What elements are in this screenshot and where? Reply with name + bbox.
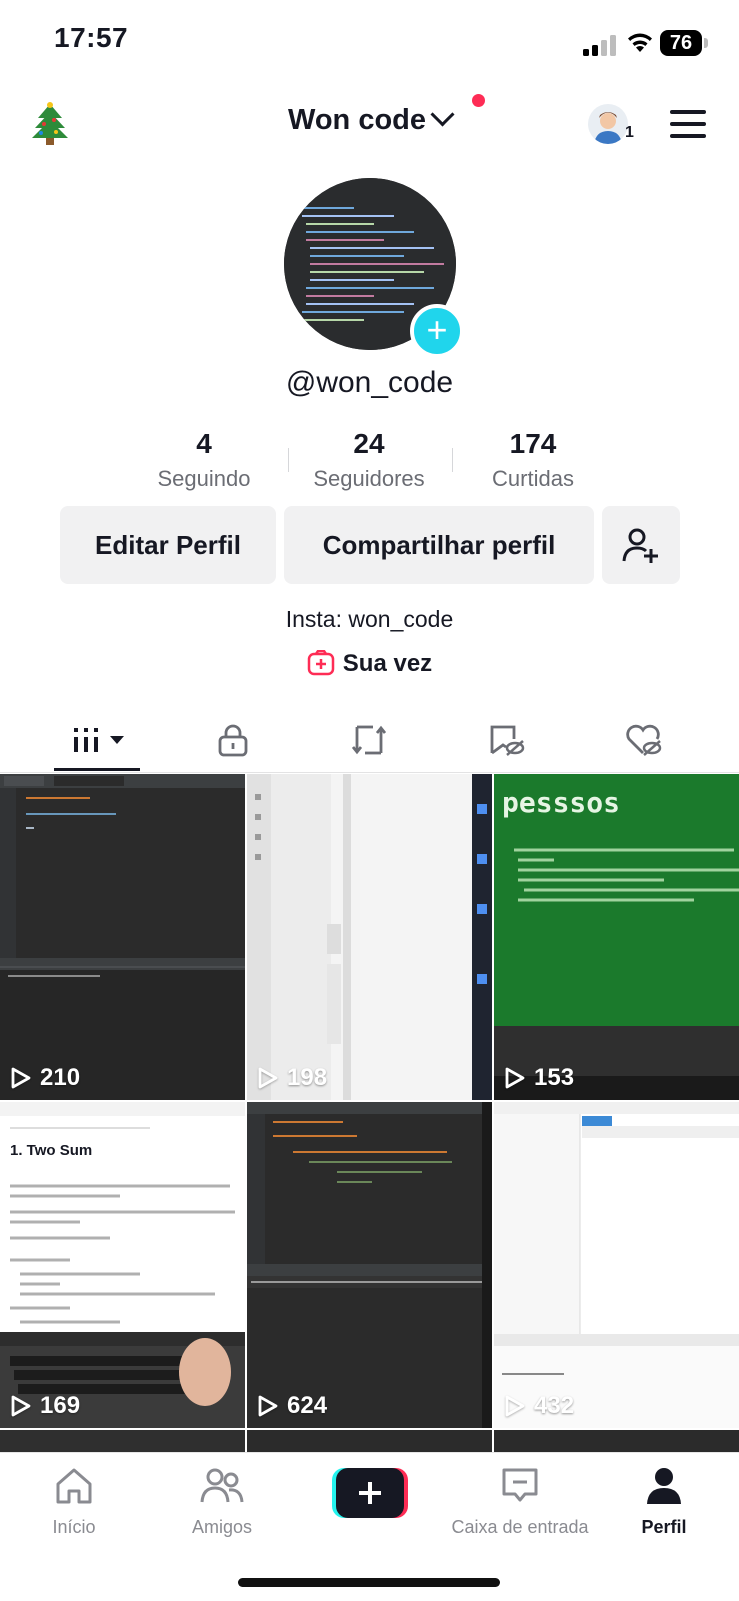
account-name: Won code	[287, 104, 427, 136]
cellular-signal-icon	[583, 34, 619, 56]
active-tab-indicator	[54, 768, 140, 771]
play-icon	[258, 1395, 278, 1417]
add-photo-button[interactable]: +	[410, 304, 464, 358]
tab-videos[interactable]	[67, 720, 133, 760]
wifi-icon	[628, 33, 652, 52]
create-plus-icon	[332, 1468, 408, 1518]
profile-bio: Insta: won_code	[285, 606, 454, 632]
tab-private[interactable]	[203, 720, 263, 760]
video-thumbnail[interactable]: 198	[247, 774, 492, 1100]
nav-profile[interactable]: Perfil	[594, 1466, 734, 1538]
bookmark-hidden-icon	[490, 725, 525, 756]
home-indicator	[238, 1578, 500, 1587]
nav-home-label: Início	[52, 1517, 96, 1537]
home-icon	[56, 1468, 92, 1504]
nav-inbox[interactable]: Caixa de entrada	[440, 1466, 600, 1538]
video-overlay-text: 1. Two Sum	[10, 1142, 93, 1159]
video-overlay-text: pesssos	[502, 786, 621, 819]
video-thumbnail[interactable]	[494, 1430, 739, 1454]
video-views-count: 198	[287, 1064, 328, 1091]
sua-vez-label: Sua vez	[342, 650, 433, 677]
tab-reposts[interactable]	[339, 720, 399, 760]
thumbnail-image	[494, 1102, 739, 1428]
edit-profile-button[interactable]: Editar Perfil	[60, 506, 276, 584]
video-views: 169	[10, 1392, 80, 1420]
grid-icon	[74, 728, 124, 752]
nav-inbox-label: Caixa de entrada	[451, 1517, 589, 1537]
video-views-count: 624	[287, 1392, 328, 1419]
stat-followers-value: 24	[353, 428, 385, 459]
video-views: 198	[257, 1064, 327, 1092]
create-button[interactable]	[332, 1468, 408, 1518]
nav-friends-label: Amigos	[191, 1517, 253, 1537]
video-thumbnail[interactable]: 1. Two Sum 169	[0, 1102, 245, 1428]
thumbnail-image	[0, 774, 245, 1100]
stat-likes[interactable]: 174 Curtidas	[453, 428, 613, 492]
stat-likes-label: Curtidas	[492, 466, 574, 491]
friends-icon	[200, 1468, 244, 1503]
video-views-count: 432	[534, 1392, 575, 1419]
profile-icon	[647, 1468, 681, 1504]
avatar-count: 1	[625, 124, 634, 141]
video-thumbnail[interactable]	[0, 1430, 245, 1454]
sua-vez-icon	[307, 649, 335, 676]
sua-vez-link[interactable]: Sua vez	[0, 649, 739, 678]
notification-dot	[472, 94, 485, 107]
thumbnail-image	[247, 774, 492, 1100]
play-icon	[258, 1067, 278, 1089]
nav-profile-label: Perfil	[641, 1517, 687, 1537]
video-thumbnail[interactable]: 624	[247, 1102, 492, 1428]
repost-icon	[351, 725, 387, 755]
inbox-icon	[502, 1468, 538, 1502]
play-icon	[11, 1067, 31, 1089]
menu-icon[interactable]	[670, 110, 706, 138]
stat-likes-value: 174	[509, 428, 557, 459]
video-views-count: 153	[534, 1064, 575, 1091]
video-thumbnail[interactable]: 210	[0, 774, 245, 1100]
stat-following-value: 4	[196, 428, 212, 459]
add-person-icon	[622, 528, 658, 563]
chevron-down-icon	[430, 102, 455, 127]
avatar[interactable]	[588, 104, 628, 144]
nav-home[interactable]: Início	[4, 1466, 144, 1538]
profile-handle: @won_code	[285, 366, 454, 399]
share-profile-button[interactable]: Compartilhar perfil	[284, 506, 594, 584]
stat-followers[interactable]: 24 Seguidores	[289, 428, 449, 492]
thumbnail-image	[247, 1102, 492, 1428]
video-views-count: 169	[40, 1392, 81, 1419]
add-friend-button[interactable]	[602, 506, 680, 584]
video-views: 432	[504, 1392, 574, 1420]
stat-followers-label: Seguidores	[313, 466, 425, 491]
status-time: 17:57	[54, 22, 129, 53]
battery-tip	[704, 38, 708, 48]
stat-following-label: Seguindo	[157, 466, 251, 491]
video-views: 153	[504, 1064, 574, 1092]
video-views: 624	[257, 1392, 327, 1420]
thumbnail-image	[494, 774, 739, 1100]
video-thumbnail[interactable]: pesssos 153	[494, 774, 739, 1100]
battery-level: 76	[660, 30, 702, 56]
tab-liked[interactable]	[613, 720, 673, 760]
heart-hidden-icon	[626, 724, 662, 756]
video-thumbnail[interactable]: 432	[494, 1102, 739, 1428]
video-thumbnail[interactable]	[247, 1430, 492, 1454]
video-views: 210	[10, 1064, 80, 1092]
video-views-count: 210	[40, 1064, 81, 1091]
play-icon	[505, 1067, 525, 1089]
lock-icon	[218, 724, 248, 757]
nav-friends[interactable]: Amigos	[152, 1466, 292, 1538]
play-icon	[505, 1395, 525, 1417]
tab-favorites[interactable]	[476, 720, 536, 760]
stat-following[interactable]: 4 Seguindo	[124, 428, 284, 492]
play-icon	[11, 1395, 31, 1417]
tab-divider	[0, 772, 739, 773]
